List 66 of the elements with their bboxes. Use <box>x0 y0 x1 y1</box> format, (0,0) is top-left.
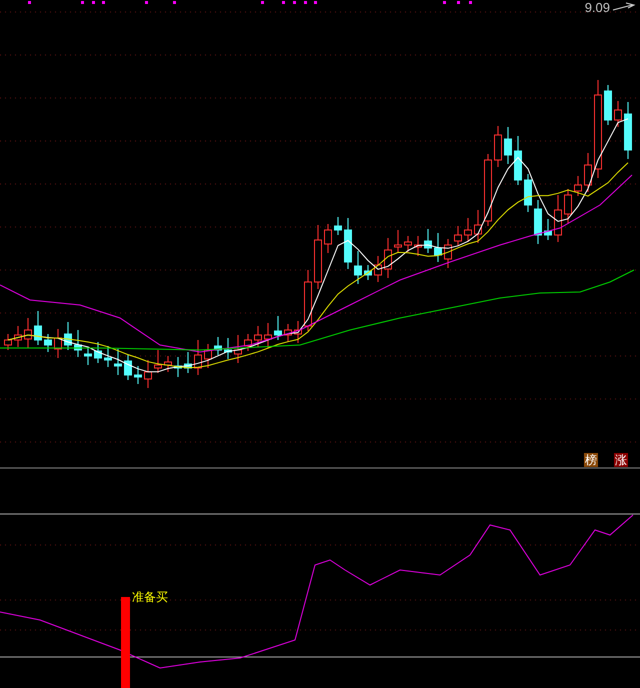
candlestick <box>314 224 322 290</box>
candlestick <box>34 310 42 346</box>
candlestick <box>4 334 12 350</box>
candlestick <box>24 318 32 348</box>
signal-label: 准备买 <box>132 590 168 604</box>
candlestick <box>574 176 582 196</box>
candlestick <box>374 256 382 282</box>
candlestick <box>144 360 152 388</box>
candlestick <box>214 336 222 356</box>
candlestick <box>194 340 202 376</box>
candlestick <box>54 328 62 358</box>
candlestick <box>554 194 562 242</box>
candlestick <box>424 228 432 254</box>
candlestick <box>64 322 72 350</box>
price-label: 9.09 <box>584 0 610 16</box>
candlestick <box>174 356 182 378</box>
candlestick <box>474 210 482 244</box>
candlestick <box>224 338 232 360</box>
candlestick <box>304 270 312 332</box>
candlestick <box>74 330 82 358</box>
candlestick <box>544 218 552 240</box>
candlestick <box>614 100 622 128</box>
candlestick <box>264 322 272 348</box>
candlestick <box>184 352 192 374</box>
candlestick <box>384 238 392 278</box>
candlestick <box>104 346 112 368</box>
candlestick <box>114 348 122 376</box>
candlestick <box>124 354 132 380</box>
candlestick <box>604 84 612 126</box>
candlestick <box>514 136 522 186</box>
candlestick <box>324 224 332 254</box>
badge: 涨 <box>614 453 628 467</box>
candlestick <box>414 236 422 256</box>
candlestick <box>504 126 512 164</box>
candlestick <box>624 102 632 160</box>
candlestick <box>254 326 262 348</box>
candlestick <box>284 324 292 342</box>
candlestick <box>534 200 542 244</box>
candlestick <box>464 218 472 242</box>
candlestick <box>524 174 532 212</box>
candlestick <box>394 230 402 252</box>
candlestick <box>234 334 242 364</box>
candlestick <box>404 236 412 252</box>
candlestick <box>14 326 22 348</box>
candlestick <box>204 344 212 368</box>
candlestick <box>334 216 342 236</box>
candlestick <box>494 126 502 168</box>
candlestick <box>134 366 142 384</box>
candlestick <box>584 152 592 192</box>
candlestick <box>364 264 372 280</box>
candlestick <box>164 356 172 372</box>
candlestick <box>94 342 102 364</box>
candlestick <box>434 232 442 262</box>
candlestick <box>244 334 252 352</box>
candlestick <box>84 348 92 366</box>
candlestick <box>564 188 572 224</box>
candlestick <box>154 350 162 374</box>
badge: 榜 <box>584 453 598 467</box>
candlestick <box>454 226 462 246</box>
candlestick <box>44 334 52 352</box>
candlestick <box>274 316 282 340</box>
candlestick <box>344 218 352 270</box>
candlestick <box>354 250 362 284</box>
candlestick <box>444 238 452 268</box>
arrow-icon <box>612 2 636 12</box>
candlestick <box>294 320 302 344</box>
